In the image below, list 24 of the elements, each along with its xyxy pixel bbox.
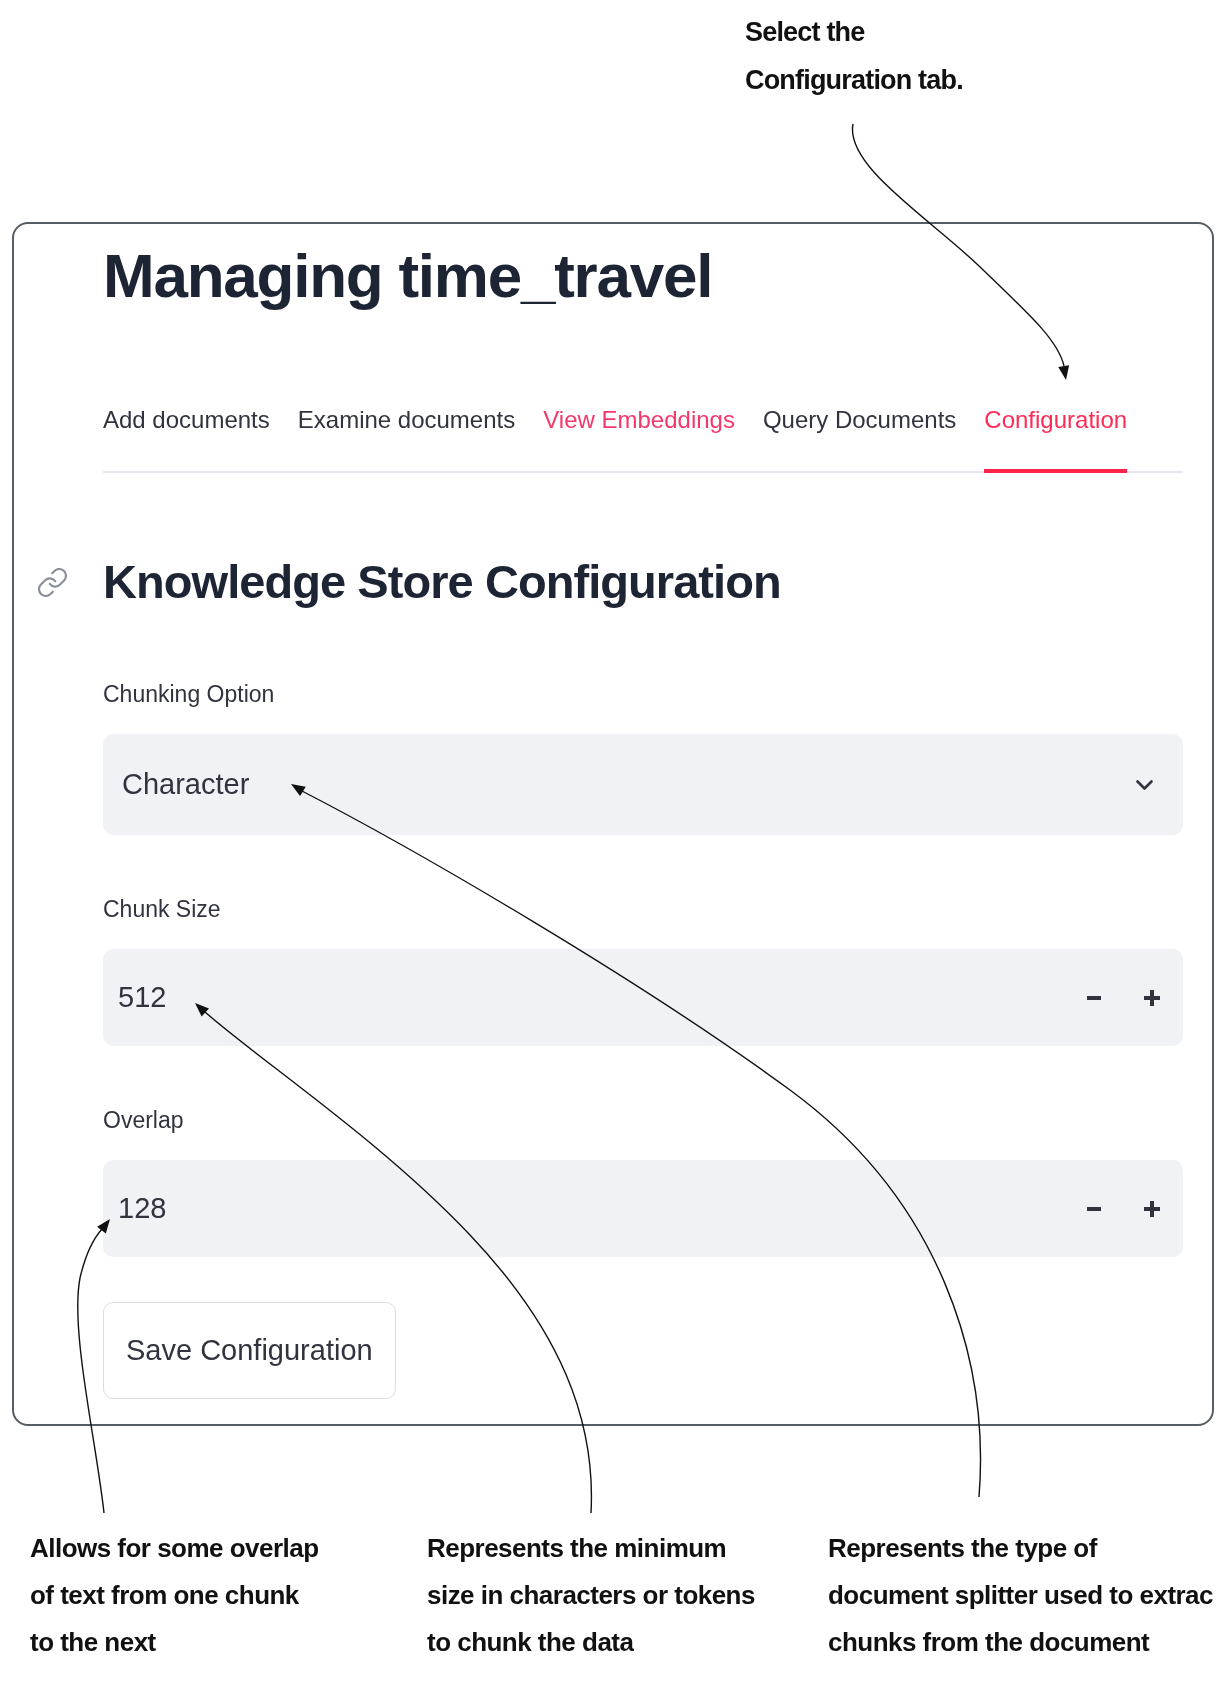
tab[interactable]: Examine documents [297, 402, 516, 473]
tab[interactable]: Add documents [103, 402, 270, 473]
page-title: Managing time_travel [103, 240, 714, 312]
field-label: Overlap [103, 1106, 185, 1135]
section-heading: Knowledge Store Configuration [103, 554, 781, 610]
annotation-text: Select the Configuration tab. [745, 16, 963, 97]
field-label: Chunk Size [103, 895, 222, 924]
field-label: Chunking Option [103, 680, 276, 709]
link-icon [38, 567, 67, 597]
plus-icon [1144, 1200, 1160, 1217]
plus-icon [1144, 989, 1160, 1006]
tab[interactable]: Query Documents [762, 402, 957, 473]
minus-icon [1087, 1206, 1101, 1211]
annotation-text: Allows for some overlap of text from one chunk to the next [30, 1532, 319, 1659]
chevron-down-icon [1136, 779, 1153, 790]
save-button[interactable]: Save Configuration [103, 1302, 396, 1399]
annotation-text: Represents the minimum size in characters or tokens to chunk the data [427, 1532, 755, 1659]
tab[interactable]: View Embeddings [543, 402, 735, 473]
tab[interactable]: Configuration [984, 402, 1128, 473]
number-field[interactable]: 128 [103, 1160, 1183, 1257]
minus-icon [1087, 995, 1101, 1000]
dropdown-field[interactable]: Character [103, 734, 1183, 835]
number-field[interactable]: 512 [103, 949, 1183, 1046]
annotation-text: Represents the type of document splitter used to extrac chunks from the document [828, 1532, 1213, 1659]
